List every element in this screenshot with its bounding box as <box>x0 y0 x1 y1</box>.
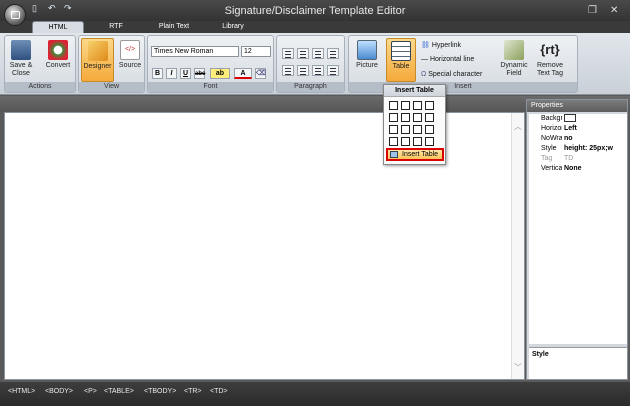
convert-icon <box>48 40 68 60</box>
grid-cell[interactable] <box>413 137 422 146</box>
properties-title: Properties <box>527 100 627 112</box>
title-bar: ▯ ↶ ↷ Signature/Disclaimer Template Edit… <box>0 0 630 21</box>
font-family-select[interactable]: Times New Roman <box>151 46 239 57</box>
table-icon <box>391 41 411 61</box>
grid-cell[interactable] <box>401 113 410 122</box>
grid-cell[interactable] <box>425 125 434 134</box>
horizontal-line-icon: — <box>421 56 428 63</box>
grid-cell[interactable] <box>413 125 422 134</box>
special-character-icon: Ω <box>421 71 427 78</box>
close-icon[interactable]: ✕ <box>610 5 618 16</box>
source-button[interactable]: </> Source <box>116 38 144 82</box>
grid-cell[interactable] <box>401 101 410 110</box>
application-menu-button[interactable] <box>4 4 26 26</box>
tag-tr[interactable]: <TR> <box>184 388 202 395</box>
property-row[interactable]: NoWrapno <box>529 134 627 144</box>
align-left-icon[interactable] <box>282 48 294 59</box>
font-size-select[interactable]: 12 <box>241 46 271 57</box>
group-label-view: View <box>79 82 144 92</box>
bullet-list-icon[interactable] <box>282 65 294 76</box>
grid-cell[interactable] <box>389 137 398 146</box>
bold-button[interactable]: B <box>152 68 163 79</box>
group-label-actions: Actions <box>5 82 75 92</box>
grid-cell[interactable] <box>425 113 434 122</box>
horizontal-line-button[interactable]: — Horizontal line <box>421 56 474 63</box>
ribbon: Save & Close Convert Actions Designer </… <box>0 33 630 95</box>
strikethrough-button[interactable]: abc <box>194 68 205 79</box>
remove-text-tag-button[interactable]: {rt} Remove Text Tag <box>533 38 567 82</box>
property-row[interactable]: Vertical aNone <box>529 164 627 174</box>
table-button[interactable]: Table <box>386 38 416 82</box>
numbered-list-icon[interactable] <box>297 65 309 76</box>
grid-cell[interactable] <box>425 137 434 146</box>
property-row[interactable]: HorizontaLeft <box>529 124 627 134</box>
scroll-up-icon[interactable]: ︿ <box>514 121 522 132</box>
save-icon <box>11 40 31 60</box>
group-label-font: Font <box>148 82 273 92</box>
font-color-button[interactable]: A <box>234 68 252 79</box>
tag-table[interactable]: <TABLE> <box>104 388 134 395</box>
grid-cell[interactable] <box>389 125 398 134</box>
hyperlink-icon: ⛓ <box>421 42 430 49</box>
editor-scrollbar[interactable]: ︿ ﹀ <box>511 113 524 379</box>
ribbon-tabs: HTML RTF Plain Text Library <box>0 21 630 34</box>
convert-button[interactable]: Convert <box>41 38 75 82</box>
scroll-down-icon[interactable]: ﹀ <box>514 362 522 373</box>
grid-cell[interactable] <box>401 137 410 146</box>
remove-text-tag-icon: {rt} <box>540 42 560 57</box>
dynamic-field-button[interactable]: Dynamic Field <box>497 38 531 82</box>
grid-cell[interactable] <box>389 101 398 110</box>
underline-button[interactable]: U <box>180 68 191 79</box>
tag-td[interactable]: <TD> <box>210 388 228 395</box>
insert-table-dropdown: Insert Table Insert Table <box>383 84 446 165</box>
html-editor-canvas[interactable]: ︿ ﹀ <box>4 112 525 380</box>
grid-cell[interactable] <box>401 125 410 134</box>
designer-icon <box>87 41 108 61</box>
properties-panel: Properties Backgrou HorizontaLeft NoWrap… <box>526 99 628 380</box>
restore-icon[interactable]: ❐ <box>588 5 597 16</box>
outdent-icon[interactable] <box>312 65 324 76</box>
highlight-color-button[interactable]: ab <box>210 68 230 79</box>
insert-table-icon <box>390 151 398 158</box>
clear-format-icon[interactable]: ⌫ <box>255 68 266 79</box>
grid-cell[interactable] <box>413 101 422 110</box>
hyperlink-button[interactable]: ⛓ Hyperlink <box>421 41 461 49</box>
color-swatch[interactable] <box>564 114 576 123</box>
picture-icon <box>357 40 377 60</box>
group-actions: Save & Close Convert Actions <box>4 35 76 93</box>
tag-path-bar: <HTML> <BODY> <P> <TABLE> <TBODY> <TR> <… <box>0 382 630 406</box>
designer-button[interactable]: Designer <box>81 38 114 82</box>
group-view: Designer </> Source View <box>78 35 145 93</box>
insert-table-button[interactable]: Insert Table <box>386 148 444 161</box>
window-title: Signature/Disclaimer Template Editor <box>224 5 406 17</box>
group-paragraph: Paragraph <box>276 35 345 93</box>
tag-tbody[interactable]: <TBODY> <box>144 388 176 395</box>
indent-icon[interactable] <box>327 65 339 76</box>
picture-button[interactable]: Picture <box>352 38 382 82</box>
property-row[interactable]: Backgrou <box>529 114 627 124</box>
group-label-paragraph: Paragraph <box>277 82 344 92</box>
style-description-box: Style <box>529 347 627 379</box>
tag-html[interactable]: <HTML> <box>8 388 35 395</box>
tag-body[interactable]: <BODY> <box>45 388 73 395</box>
group-font: Times New Roman 12 B I U abc ab A ⌫ Font <box>147 35 274 93</box>
align-right-icon[interactable] <box>312 48 324 59</box>
table-size-grid <box>389 101 434 146</box>
property-grid: Backgrou HorizontaLeft NoWrapno Stylehei… <box>529 114 627 344</box>
justify-icon[interactable] <box>327 48 339 59</box>
dynamic-field-icon <box>504 40 524 60</box>
property-row[interactable]: Style height: 25px;w <box>529 144 627 154</box>
grid-cell[interactable] <box>425 101 434 110</box>
grid-cell[interactable] <box>389 113 398 122</box>
dropdown-title: Insert Table <box>384 85 445 97</box>
save-close-button[interactable]: Save & Close <box>7 38 35 82</box>
tag-p[interactable]: <P> <box>84 388 97 395</box>
align-center-icon[interactable] <box>297 48 309 59</box>
source-code-icon: </> <box>120 40 140 60</box>
special-character-button[interactable]: Ω Special character <box>421 71 482 78</box>
property-row[interactable]: Tag TD <box>529 154 627 164</box>
italic-button[interactable]: I <box>166 68 177 79</box>
grid-cell[interactable] <box>413 113 422 122</box>
